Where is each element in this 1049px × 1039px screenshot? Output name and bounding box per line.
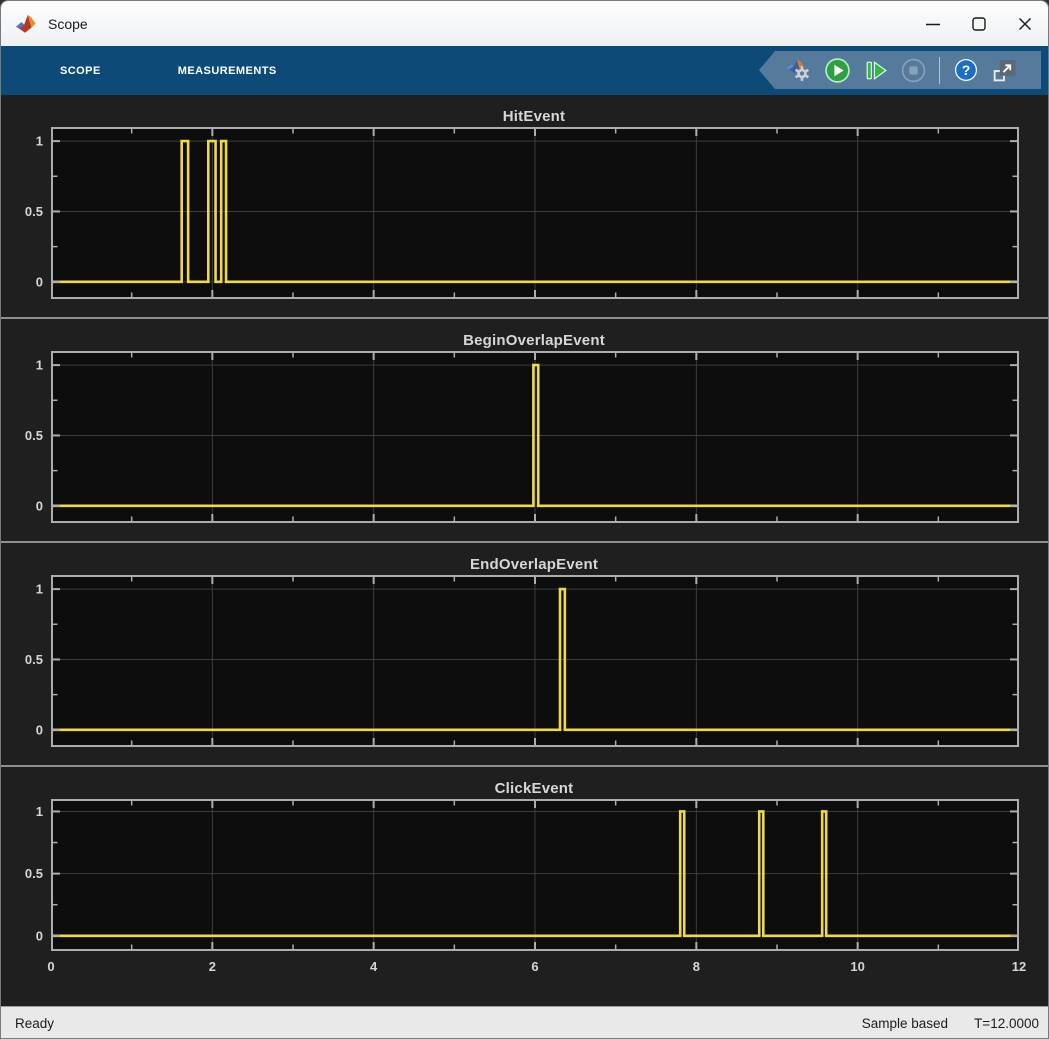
svg-text:6: 6 — [531, 959, 538, 974]
tab-scope[interactable]: SCOPE — [58, 46, 103, 95]
svg-text:0.5: 0.5 — [25, 428, 43, 443]
svg-text:0: 0 — [36, 928, 43, 943]
svg-text:8: 8 — [693, 959, 700, 974]
svg-text:1: 1 — [36, 582, 43, 597]
close-button[interactable] — [1002, 1, 1048, 46]
close-icon — [1013, 12, 1037, 36]
zoom-out-button[interactable] — [952, 139, 984, 171]
dock-icon — [991, 57, 1018, 84]
maximize-button[interactable] — [956, 1, 1002, 46]
svg-text:2: 2 — [209, 959, 216, 974]
plot-title-hitevent: HitEvent — [1, 95, 1048, 127]
matlab-gear-icon — [786, 57, 812, 83]
endoverlapevent-plot-canvas[interactable]: 00.51 — [1, 575, 1049, 747]
svg-text:0.5: 0.5 — [25, 652, 43, 667]
svg-text:0.5: 0.5 — [25, 866, 43, 881]
svg-text:1: 1 — [36, 358, 43, 373]
svg-text:0: 0 — [47, 959, 54, 974]
svg-text:0: 0 — [36, 498, 43, 513]
toolbar-tabs: SCOPE MEASUREMENTS — [1, 46, 279, 95]
tab-measurements[interactable]: MEASUREMENTS — [176, 46, 279, 95]
svg-text:?: ? — [962, 62, 971, 78]
quick-access-toolbar: ? — [759, 51, 1041, 89]
matlab-logo-icon — [14, 12, 38, 36]
svg-text:1: 1 — [36, 804, 43, 819]
scope-window: Scope SCOPE MEASUREMENT — [0, 0, 1049, 1039]
titlebar: Scope — [1, 1, 1048, 46]
plot-hover-toolbar — [880, 139, 1020, 171]
stop-button[interactable] — [895, 53, 931, 87]
window-title: Scope — [48, 16, 88, 32]
clickevent-plot-canvas[interactable]: 00.51024681012 — [1, 799, 1049, 978]
scope-toolbar: SCOPE MEASUREMENTS — [1, 46, 1048, 95]
panel-beginoverlapevent: BeginOverlapEvent 00.51 — [1, 319, 1048, 541]
status-bar: Ready Sample based T=12.0000 — [1, 1006, 1048, 1039]
fit-to-view-icon — [988, 140, 1049, 170]
simulation-settings-button[interactable] — [781, 53, 817, 87]
panel-hitevent: HitEvent 0 0.5 1 — [1, 95, 1048, 317]
plot-title-clickevent: ClickEvent — [1, 767, 1048, 799]
step-forward-icon — [862, 57, 889, 84]
sample-mode-text: Sample based — [862, 1016, 948, 1031]
maximize-icon — [967, 12, 991, 36]
fit-to-view-button[interactable] — [988, 139, 1020, 171]
svg-text:4: 4 — [370, 959, 378, 974]
minimize-button[interactable] — [910, 1, 956, 46]
panel-clickevent: ClickEvent 00.51024681012 — [1, 767, 1048, 1006]
plot-title-endoverlapevent: EndOverlapEvent — [1, 543, 1048, 575]
window-controls — [910, 1, 1048, 46]
stop-icon — [900, 57, 927, 84]
svg-text:0: 0 — [36, 722, 43, 737]
help-icon: ? — [953, 57, 979, 83]
toolbar-divider — [939, 57, 940, 84]
beginoverlapevent-plot-canvas[interactable]: 00.51 — [1, 351, 1049, 523]
svg-text:10: 10 — [850, 959, 864, 974]
status-text: Ready — [1, 1016, 54, 1031]
svg-text:0.5: 0.5 — [25, 204, 43, 219]
step-forward-button[interactable] — [857, 53, 893, 87]
svg-text:12: 12 — [1012, 959, 1026, 974]
run-icon — [824, 57, 851, 84]
plot-title-beginoverlapevent: BeginOverlapEvent — [1, 319, 1048, 351]
pan-button[interactable] — [880, 139, 912, 171]
scope-display-area: HitEvent 00.51 — [1, 95, 1048, 1006]
panel-endoverlapevent: EndOverlapEvent 00.51 — [1, 543, 1048, 765]
svg-text:0: 0 — [36, 274, 43, 289]
run-button[interactable] — [819, 53, 855, 87]
dock-button[interactable] — [986, 53, 1022, 87]
minimize-icon — [921, 12, 945, 36]
sim-time-text: T=12.0000 — [974, 1016, 1039, 1031]
zoom-in-button[interactable] — [916, 139, 948, 171]
help-button[interactable]: ? — [948, 53, 984, 87]
svg-text:1: 1 — [36, 134, 43, 149]
